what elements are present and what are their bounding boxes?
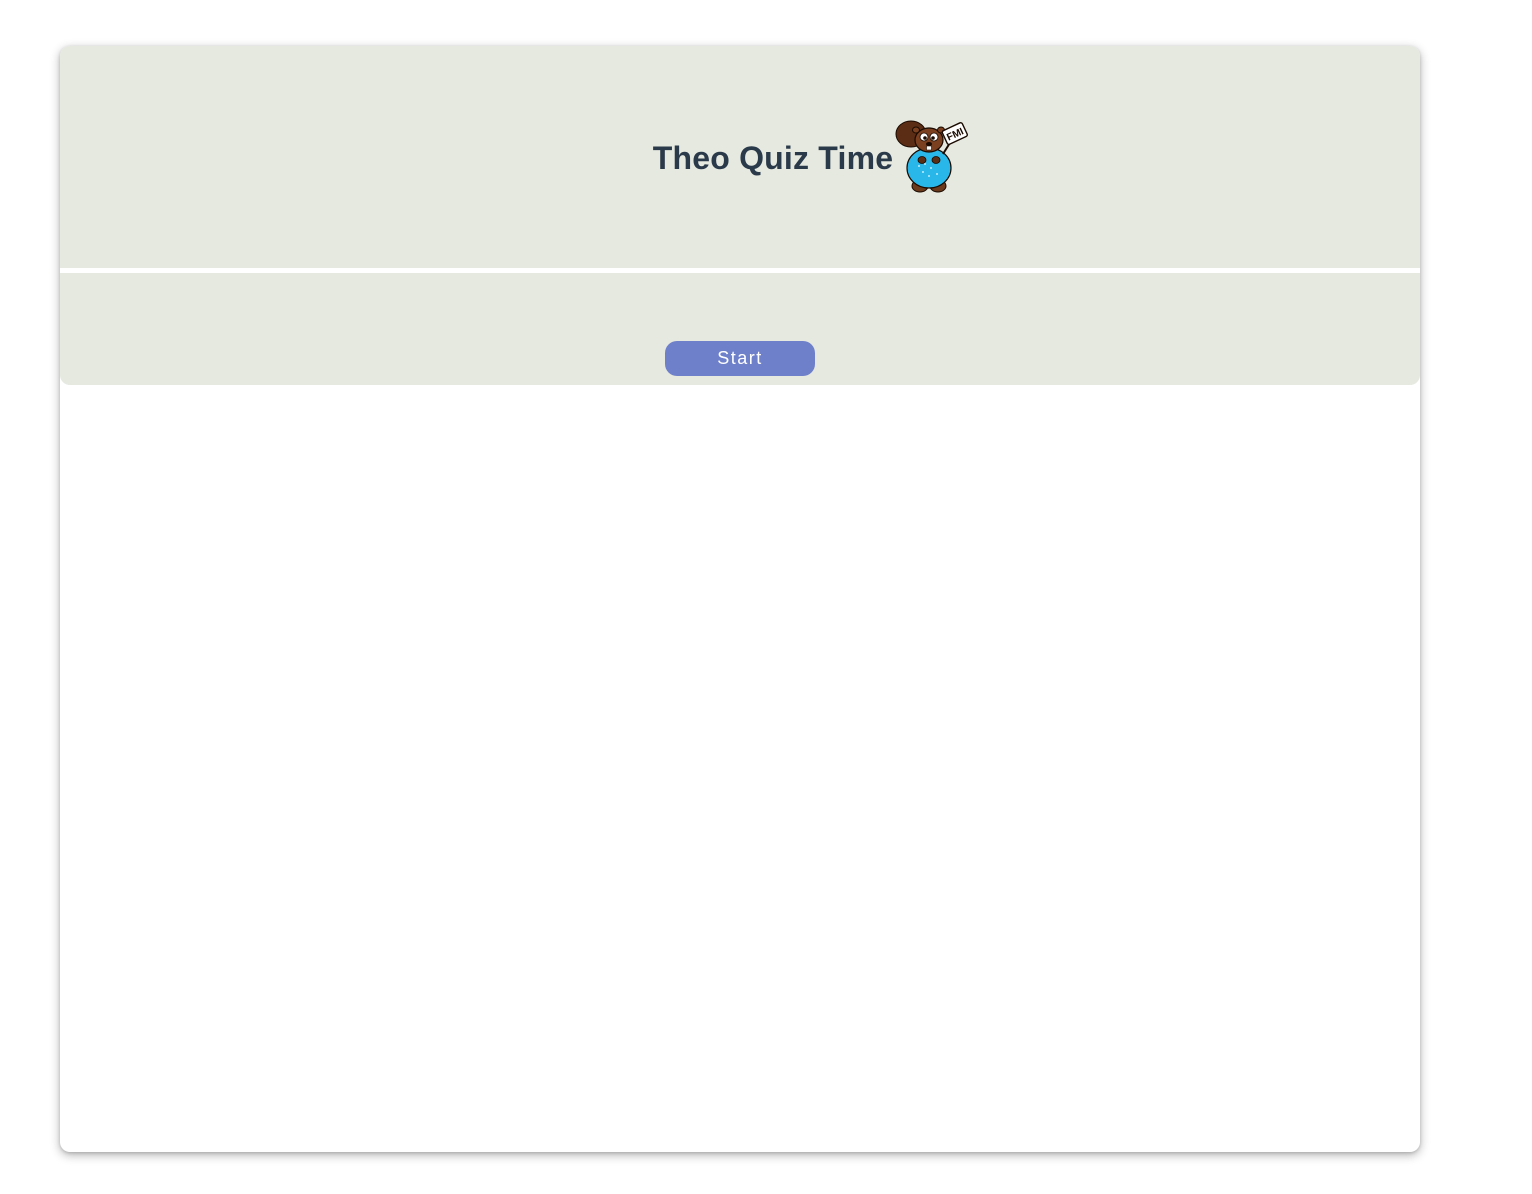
title-row: Theo Quiz Time FMI — [60, 120, 1420, 196]
quiz-header: Theo Quiz Time FMI — [60, 46, 1420, 268]
start-button[interactable]: Start — [665, 341, 815, 376]
quiz-controls: Start — [60, 273, 1420, 385]
page-title: Theo Quiz Time — [652, 139, 894, 176]
quiz-card: Theo Quiz Time FMI Start — [60, 46, 1420, 1152]
beaver-mascot-icon: FMI — [895, 120, 969, 193]
